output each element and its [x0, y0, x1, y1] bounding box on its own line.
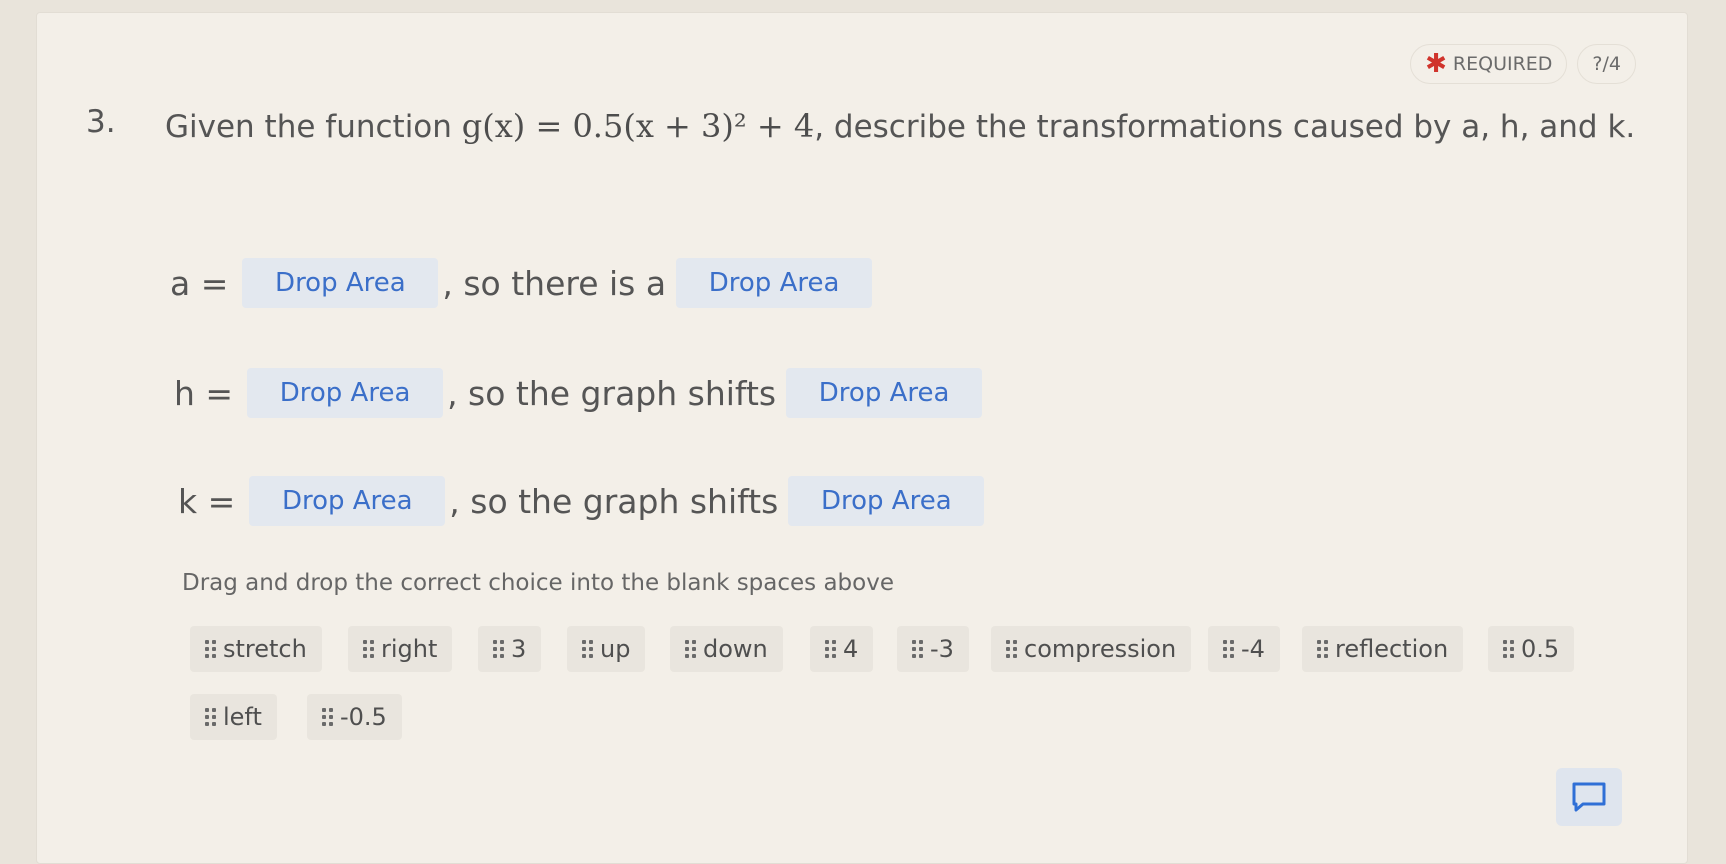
choice-label: down	[703, 635, 768, 663]
drag-handle-icon	[322, 708, 333, 726]
choice-chip[interactable]: 0.5	[1488, 626, 1575, 672]
choice-chip[interactable]: compression	[991, 626, 1192, 672]
drop-area-h-value[interactable]: Drop Area	[247, 368, 444, 418]
question-prefix: Given the function	[165, 109, 452, 145]
row-a-text: , so there is a	[442, 263, 667, 303]
choice-chip[interactable]: -0.5	[307, 694, 402, 740]
question-suffix: , describe the transformations caused by…	[814, 109, 1636, 145]
drag-handle-icon	[912, 640, 923, 658]
choice-chip[interactable]: stretch	[190, 626, 322, 672]
drag-handle-icon	[363, 640, 374, 658]
score-badge: ?/4	[1577, 44, 1636, 84]
choice-chip[interactable]: 3	[478, 626, 542, 672]
asterisk-icon: ✱	[1425, 49, 1447, 79]
row-k-variable: k =	[178, 481, 236, 521]
choice-label: 0.5	[1521, 635, 1560, 663]
row-k: k = Drop Area , so the graph shifts Drop…	[178, 476, 985, 526]
drag-handle-icon	[205, 640, 216, 658]
row-a-variable: a =	[170, 263, 229, 303]
question-text: Given the function g(x) = 0.5(x + 3)² + …	[165, 100, 1665, 153]
drop-area-a-transformation[interactable]: Drop Area	[676, 258, 873, 308]
question-number: 3.	[86, 104, 116, 140]
choice-label: right	[381, 635, 438, 663]
drop-area-k-value[interactable]: Drop Area	[249, 476, 446, 526]
drag-instruction: Drag and drop the correct choice into th…	[182, 570, 894, 596]
choice-label: -0.5	[340, 703, 387, 731]
drag-handle-icon	[1223, 640, 1234, 658]
choice-chip[interactable]: down	[670, 626, 783, 672]
drop-area-a-value[interactable]: Drop Area	[242, 258, 439, 308]
drag-handle-icon	[825, 640, 836, 658]
choice-chip[interactable]: -4	[1208, 626, 1280, 672]
row-h-variable: h =	[174, 373, 234, 413]
choice-label: compression	[1024, 635, 1177, 663]
drag-handle-icon	[493, 640, 504, 658]
drag-handle-icon	[582, 640, 593, 658]
choice-label: reflection	[1335, 635, 1449, 663]
drag-handle-icon	[1317, 640, 1328, 658]
choice-label: -4	[1241, 635, 1265, 663]
header-badges: ✱ REQUIRED ?/4	[1410, 44, 1636, 84]
choice-chip[interactable]: left	[190, 694, 277, 740]
choice-label: stretch	[223, 635, 307, 663]
row-a: a = Drop Area , so there is a Drop Area	[170, 258, 873, 308]
drag-handle-icon	[205, 708, 216, 726]
feedback-button[interactable]	[1556, 768, 1622, 826]
drag-handle-icon	[1006, 640, 1017, 658]
choice-chip[interactable]: 4	[810, 626, 874, 672]
drag-handle-icon	[1503, 640, 1514, 658]
choice-chip[interactable]: right	[348, 626, 453, 672]
choice-label: -3	[930, 635, 954, 663]
required-label: REQUIRED	[1452, 53, 1553, 75]
choice-chip[interactable]: up	[567, 626, 646, 672]
drop-area-h-direction[interactable]: Drop Area	[786, 368, 983, 418]
choice-chip[interactable]: reflection	[1302, 626, 1464, 672]
drag-handle-icon	[685, 640, 696, 658]
drop-area-k-direction[interactable]: Drop Area	[788, 476, 985, 526]
row-k-text: , so the graph shifts	[449, 481, 779, 521]
choice-label: 3	[511, 635, 527, 663]
comment-icon	[1572, 782, 1606, 812]
row-h-text: , so the graph shifts	[447, 373, 777, 413]
choice-label: up	[600, 635, 631, 663]
question-formula: g(x) = 0.5(x + 3)² + 4	[461, 107, 815, 145]
choice-label: left	[223, 703, 262, 731]
choice-label: 4	[843, 635, 859, 663]
choice-chip[interactable]: -3	[897, 626, 969, 672]
row-h: h = Drop Area , so the graph shifts Drop…	[174, 368, 983, 418]
required-badge: ✱ REQUIRED	[1410, 44, 1568, 84]
